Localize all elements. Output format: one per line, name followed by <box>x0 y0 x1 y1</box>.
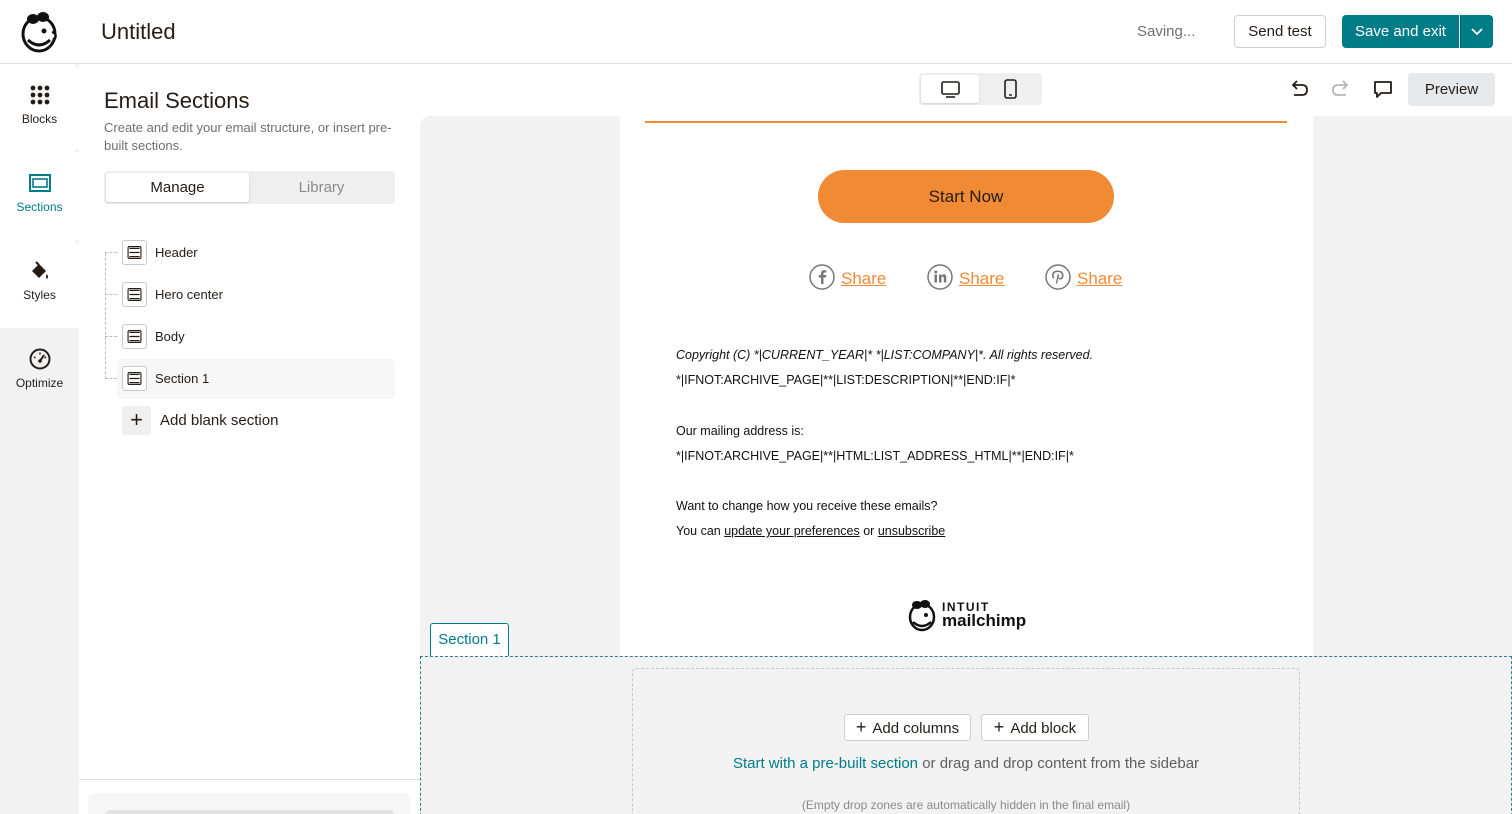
tab-library[interactable]: Library <box>250 173 393 202</box>
comment-icon[interactable] <box>1372 78 1394 100</box>
plus-icon: + <box>993 717 1005 737</box>
start-now-button[interactable]: Start Now <box>818 170 1114 223</box>
rail-label-sections: Sections <box>16 200 63 214</box>
desktop-view-button[interactable] <box>921 75 979 103</box>
logo-mailchimp-text: mailchimp <box>942 611 1027 630</box>
sections-panel: Email Sections Create and edit your emai… <box>79 64 420 814</box>
archive-description-text: *|IFNOT:ARCHIVE_PAGE|**|LIST:DESCRIPTION… <box>676 373 1016 387</box>
top-bar: Untitled Saving... Send test Save and ex… <box>0 0 1512 64</box>
rail-item-sections[interactable]: Sections <box>0 152 79 240</box>
undo-icon[interactable] <box>1288 78 1310 100</box>
add-block-label: Add block <box>1010 720 1077 737</box>
section-layout-icon <box>122 240 147 265</box>
section-layout-icon <box>122 366 147 391</box>
document-title[interactable]: Untitled <box>101 19 176 45</box>
drop-hint-text: or drag and drop content from the sideba… <box>918 755 1200 772</box>
save-status: Saving... <box>1137 23 1196 40</box>
rail-item-styles[interactable]: Styles <box>0 240 79 328</box>
prebuilt-section-link[interactable]: Start with a pre-built section <box>733 755 918 772</box>
section-layout-icon <box>122 324 147 349</box>
mobile-view-button[interactable] <box>981 75 1039 103</box>
drop-hint: Start with a pre-built section or drag a… <box>633 755 1299 772</box>
save-and-exit-button[interactable]: Save and exit <box>1342 15 1459 48</box>
rail-label-styles: Styles <box>23 288 56 302</box>
section-1-tag[interactable]: Section 1 <box>430 623 509 656</box>
panel-footer <box>79 779 420 814</box>
unsubscribe-link[interactable]: unsubscribe <box>878 524 945 538</box>
panel-description: Create and edit your email structure, or… <box>104 120 392 153</box>
share-label: Share <box>959 269 1005 288</box>
add-blank-section-button[interactable]: + Add blank section <box>122 406 392 436</box>
tree-connector <box>105 253 106 379</box>
divider-line <box>645 121 1287 123</box>
facebook-icon <box>809 264 835 290</box>
rail-label-blocks: Blocks <box>21 112 58 126</box>
mailing-address-label: Our mailing address is: <box>676 424 804 438</box>
gauge-icon <box>29 348 50 370</box>
add-columns-button[interactable]: + Add columns <box>844 714 971 741</box>
paint-bucket-icon <box>31 261 48 279</box>
intuit-mailchimp-logo: INTUIT mailchimp <box>905 598 1030 634</box>
tab-manage[interactable]: Manage <box>106 173 249 202</box>
canvas-toolbar: Preview <box>420 64 1512 116</box>
panel-title: Email Sections <box>104 88 250 113</box>
save-options-dropdown[interactable] <box>1460 15 1493 48</box>
plus-icon: + <box>122 406 151 435</box>
preview-button[interactable]: Preview <box>1408 73 1495 106</box>
panel-tabs: Manage Library <box>104 171 395 204</box>
email-preview[interactable]: Start Now Share Share Share Copyright (C… <box>620 116 1313 656</box>
update-preferences-link[interactable]: update your preferences <box>724 524 860 538</box>
add-columns-label: Add columns <box>872 720 960 737</box>
redo-icon[interactable] <box>1330 78 1352 100</box>
drop-note: (Empty drop zones are automatically hidd… <box>801 798 1131 812</box>
section-item-hero-center[interactable]: Hero center <box>105 275 395 315</box>
add-block-button[interactable]: + Add block <box>981 714 1089 741</box>
sections-icon <box>28 174 51 192</box>
rail-item-blocks[interactable]: Blocks <box>0 64 79 152</box>
pinterest-icon <box>1045 264 1071 290</box>
section-item-label: Hero center <box>155 287 223 302</box>
copyright-text: Copyright (C) *|CURRENT_YEAR|* *|LIST:CO… <box>676 348 1094 362</box>
desktop-icon <box>941 81 960 98</box>
section-item-section-1[interactable]: Section 1 <box>105 359 395 399</box>
plus-icon: + <box>855 717 867 737</box>
mailing-address-text: *|IFNOT:ARCHIVE_PAGE|**|HTML:LIST_ADDRES… <box>676 449 1074 463</box>
share-label: Share <box>1077 269 1123 288</box>
linkedin-icon <box>927 264 953 290</box>
freddie-logo-icon <box>908 600 936 632</box>
left-rail: Blocks Sections Styles Optimize <box>0 64 79 814</box>
mailchimp-logo-icon[interactable] <box>18 10 60 54</box>
section-layout-icon <box>122 282 147 307</box>
preferences-line: You can update your preferences or unsub… <box>676 524 945 538</box>
change-prefs-question: Want to change how you receive these ema… <box>676 499 938 513</box>
share-label: Share <box>841 269 887 288</box>
section-item-label: Header <box>155 245 198 260</box>
section-1-dropzone[interactable]: + Add columns + Add block Start with a pre… <box>420 656 1512 814</box>
email-canvas: Start Now Share Share Share Copyright (C… <box>420 116 1512 814</box>
section-item-label: Body <box>155 329 185 344</box>
section-item-body[interactable]: Body <box>105 317 395 357</box>
rail-item-optimize[interactable]: Optimize <box>0 328 79 416</box>
section-item-header[interactable]: Header <box>105 233 395 273</box>
send-test-button[interactable]: Send test <box>1234 15 1326 48</box>
rail-label-optimize: Optimize <box>15 376 64 390</box>
you-can-text: You can <box>676 524 721 538</box>
grid-dots-icon <box>30 85 49 105</box>
empty-drop-area[interactable]: + Add columns + Add block Start with a pre… <box>632 668 1300 814</box>
or-text: or <box>863 524 875 538</box>
chevron-down-icon <box>1471 28 1483 36</box>
device-toggle <box>919 73 1042 105</box>
add-blank-section-label: Add blank section <box>160 412 279 429</box>
mobile-icon <box>1004 79 1017 99</box>
section-item-label: Section 1 <box>155 371 210 386</box>
panel-footer-bar <box>105 810 395 814</box>
